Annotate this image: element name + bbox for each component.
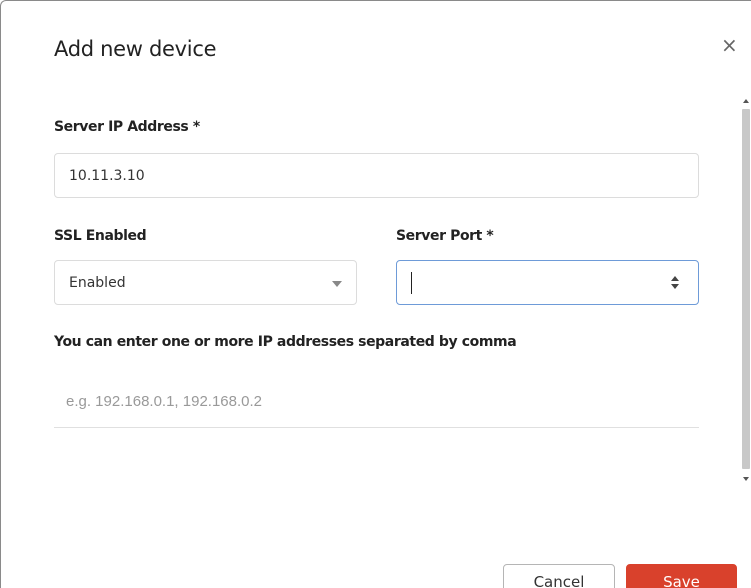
scroll-down-icon[interactable] — [743, 477, 749, 481]
cancel-button[interactable]: Cancel — [503, 564, 615, 588]
ssl-enabled-label: SSL Enabled — [54, 228, 147, 244]
server-ip-input[interactable]: 10.11.3.10 — [54, 153, 699, 198]
spinner-down-icon[interactable] — [671, 284, 679, 289]
add-device-dialog: Add new device × Server IP Address * 10.… — [0, 0, 751, 588]
server-port-input[interactable] — [396, 260, 699, 305]
scroll-up-icon[interactable] — [743, 99, 749, 103]
chevron-down-icon — [332, 281, 342, 287]
server-port-label: Server Port * — [396, 228, 494, 244]
save-button[interactable]: Save — [626, 564, 737, 588]
spinner-up-icon[interactable] — [671, 276, 679, 281]
ssl-enabled-select[interactable]: Enabled — [54, 260, 357, 305]
spinner-icon[interactable] — [670, 273, 680, 293]
text-caret — [411, 271, 412, 294]
close-icon[interactable]: × — [721, 35, 738, 55]
dialog-title: Add new device — [54, 37, 217, 61]
scroll-thumb[interactable] — [742, 109, 750, 469]
ip-list-placeholder: e.g. 192.168.0.1, 192.168.0.2 — [66, 393, 263, 410]
ip-list-textarea[interactable]: e.g. 192.168.0.1, 192.168.0.2 — [54, 376, 699, 428]
server-ip-label: Server IP Address * — [54, 119, 200, 135]
ssl-enabled-value: Enabled — [69, 274, 126, 291]
server-ip-value: 10.11.3.10 — [69, 167, 145, 184]
ip-list-label: You can enter one or more IP addresses s… — [54, 334, 517, 350]
scrollbar[interactable] — [740, 93, 751, 485]
